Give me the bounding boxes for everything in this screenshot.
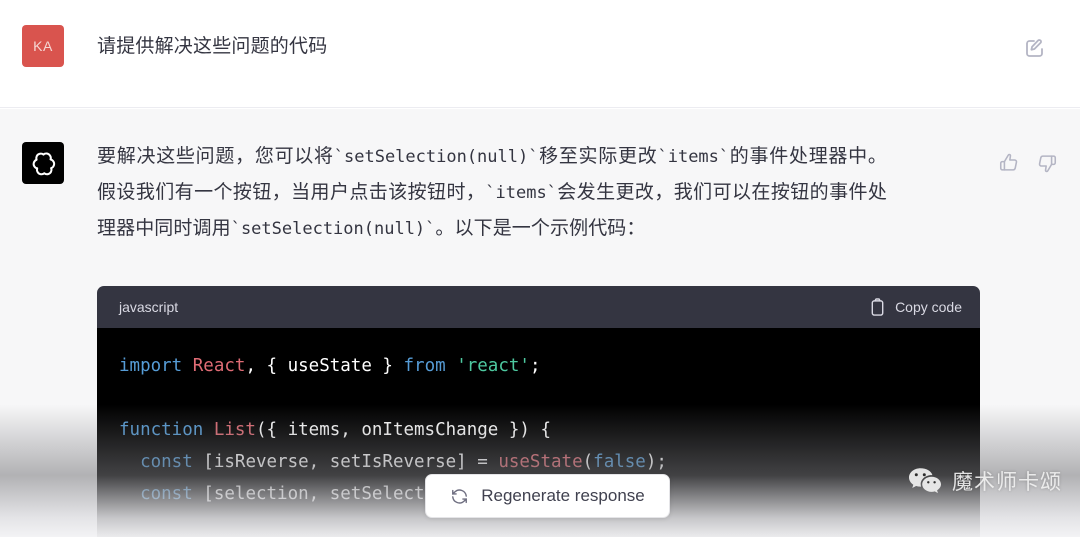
avatar-user: KA <box>22 25 64 67</box>
copy-code-label: Copy code <box>895 299 962 315</box>
code-token: import <box>119 356 193 376</box>
code-token: React <box>192 356 246 376</box>
code-token: from <box>403 356 457 376</box>
refresh-icon <box>452 488 468 504</box>
edit-square-icon <box>1026 39 1043 57</box>
assistant-content: 要解决这些问题，您可以将`setSelection(null)`移至实际更改`i… <box>97 139 887 247</box>
code-token: ( <box>582 452 594 472</box>
user-message-turn: KA 请提供解决这些问题的代码 <box>0 0 1080 108</box>
wechat-watermark: 魔术师卡颂 <box>908 466 1062 496</box>
openai-logo-icon <box>32 151 55 175</box>
code-line: function List({ items, onItemsChange }) … <box>97 414 980 446</box>
clipboard-icon <box>871 297 884 316</box>
code-token: useState <box>498 452 583 472</box>
code-token: function <box>119 420 214 440</box>
code-token: const <box>119 452 204 472</box>
edit-message-button[interactable] <box>1023 36 1047 60</box>
thumbs-down-button[interactable] <box>1036 152 1058 179</box>
code-token: ); <box>645 452 667 472</box>
code-block-header: javascript Copy code <box>97 286 980 328</box>
watermark-text: 魔术师卡颂 <box>952 471 1062 494</box>
code-language-label: javascript <box>119 299 179 315</box>
code-token: const <box>119 484 204 504</box>
feedback-controls <box>998 152 1058 179</box>
regenerate-response-button[interactable]: Regenerate response <box>425 474 670 518</box>
user-message-text: 请提供解决这些问题的代码 <box>97 36 328 57</box>
thumbs-down-icon <box>1038 155 1057 173</box>
regenerate-response-label: Regenerate response <box>481 486 645 505</box>
thumbs-up-button[interactable] <box>998 152 1020 179</box>
code-token: ({ items, onItemsChange }) { <box>255 420 551 440</box>
code-token: 'react' <box>456 356 530 376</box>
code-token: ; <box>529 356 541 376</box>
code-token: , { useState } <box>245 356 404 376</box>
wechat-icon <box>909 468 941 494</box>
code-token: false <box>593 452 646 472</box>
code-line: import React, { useState } from 'react'; <box>97 350 980 382</box>
assistant-paragraph: 要解决这些问题，您可以将`setSelection(null)`移至实际更改`i… <box>97 146 887 239</box>
chat-page: KA 请提供解决这些问题的代码 要解决这些问题，您可以将`setSelectio… <box>0 0 1080 537</box>
code-token: List <box>213 420 256 440</box>
copy-code-button[interactable]: Copy code <box>869 297 962 317</box>
thumbs-up-icon <box>999 153 1018 171</box>
code-token: [isReverse, setIsReverse] = <box>203 452 499 472</box>
avatar-assistant <box>22 142 64 184</box>
